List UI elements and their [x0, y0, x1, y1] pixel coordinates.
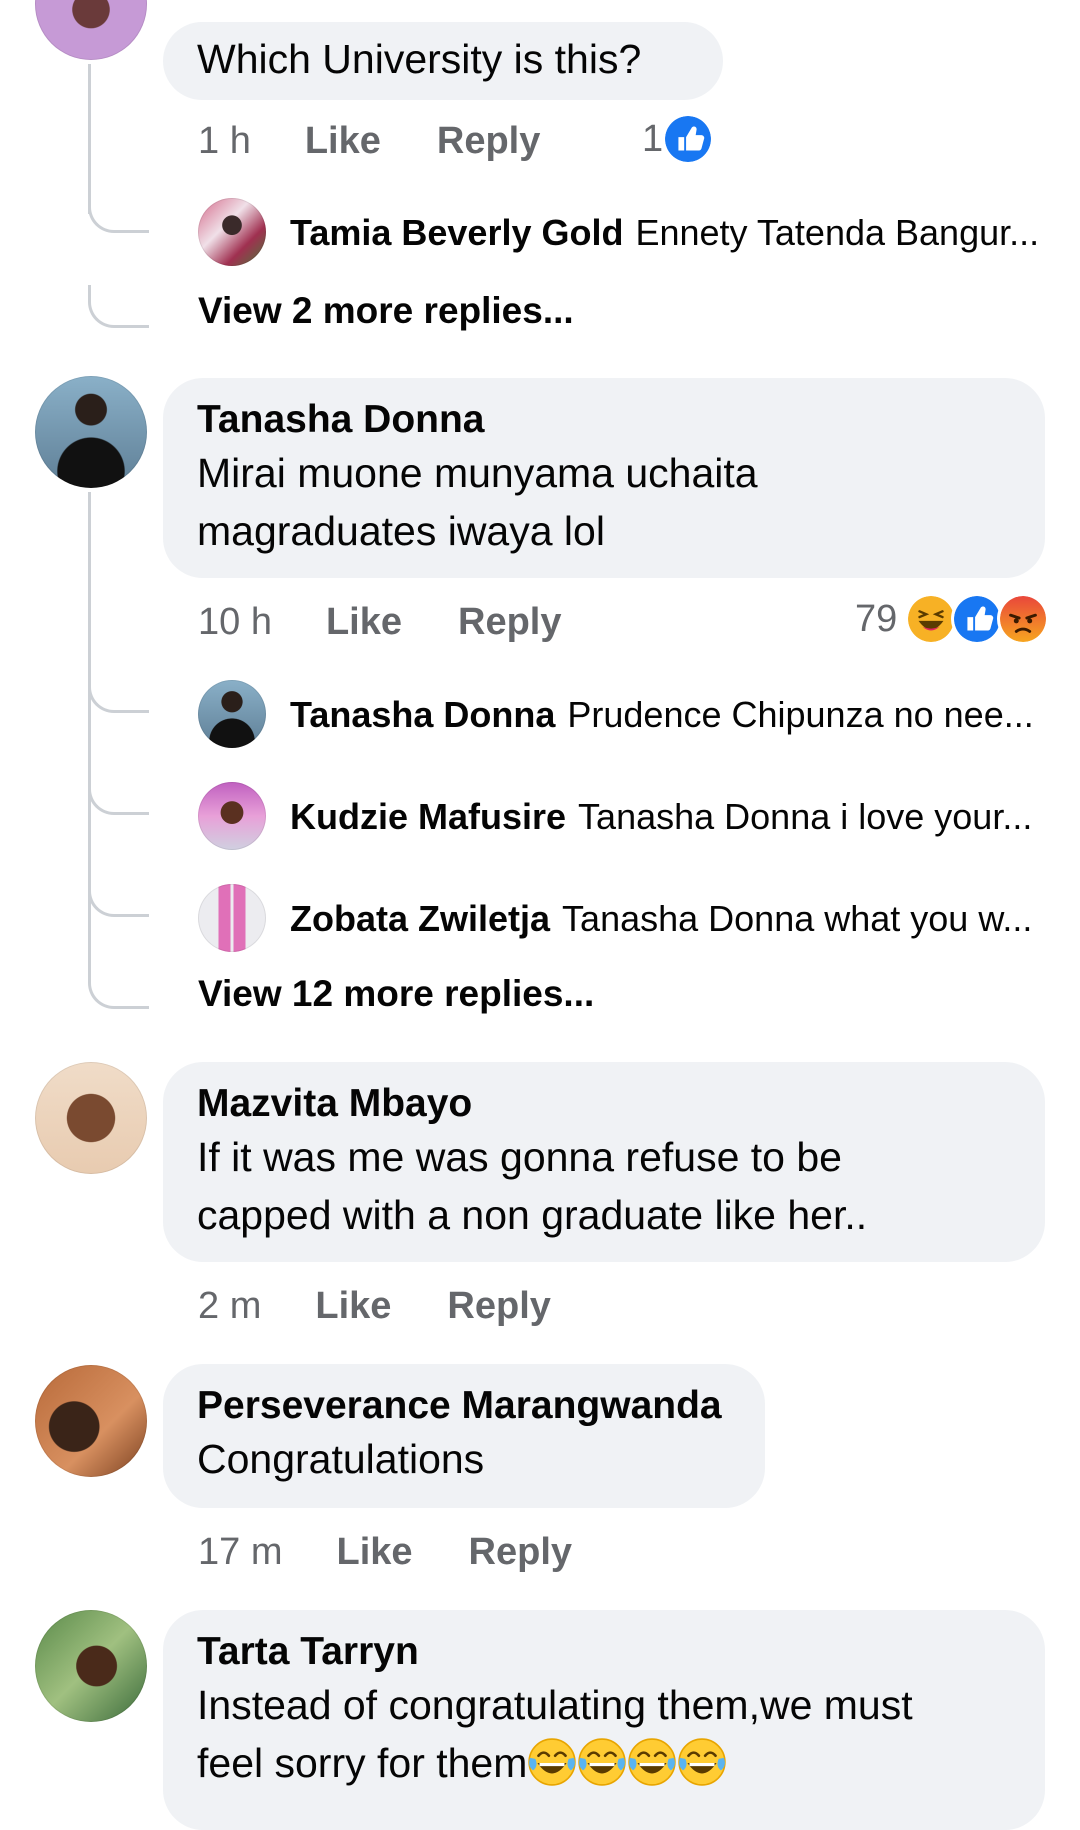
like-button[interactable]: Like — [305, 120, 381, 163]
reply-preview[interactable]: Tamia Beverly Gold Ennety Tatenda Bangur… — [198, 198, 1039, 268]
like-icon — [951, 593, 1004, 645]
reply-button[interactable]: Reply — [437, 120, 540, 163]
thread-branch — [88, 874, 149, 917]
reaction-count: 1 — [642, 117, 664, 160]
avatar[interactable] — [35, 1062, 147, 1174]
reply-preview[interactable]: Kudzie Mafusire Tanasha Donna i love you… — [198, 782, 1032, 852]
comment-text: Which University is this? — [197, 36, 642, 82]
joy-emoji — [527, 1737, 577, 1787]
comment-text: Instead of congratulating them,we must f… — [197, 1676, 1011, 1792]
comment-text: Congratulations — [197, 1436, 485, 1482]
reply-author[interactable]: Tamia Beverly Gold — [290, 212, 623, 254]
thread-branch — [88, 190, 149, 233]
joy-emoji — [677, 1737, 727, 1787]
reaction-summary[interactable]: 1 — [642, 114, 711, 164]
reply-text: Tanasha Donna what you w... — [562, 898, 1033, 939]
reply-button[interactable]: Reply — [458, 601, 561, 644]
comment-bubble: Perseverance Marangwanda Congratulations — [163, 1364, 765, 1508]
joy-emoji — [627, 1737, 677, 1787]
reaction-count: 79 — [855, 597, 898, 640]
thread-branch — [88, 285, 149, 328]
reply-author[interactable]: Zobata Zwiletja — [290, 898, 550, 940]
comment-bubble: Tanasha Donna Mirai muone munyama uchait… — [163, 378, 1045, 578]
comment-text: Mirai muone munyama uchaita magraduates … — [197, 450, 758, 554]
comment-meta: 1 h Like Reply — [198, 116, 596, 166]
comment-author[interactable]: Perseverance Marangwanda — [197, 1382, 731, 1430]
reply-preview[interactable]: Tanasha Donna Prudence Chipunza no nee..… — [198, 680, 1034, 750]
angry-icon — [997, 593, 1050, 645]
emoji-row — [527, 1740, 727, 1786]
reply-author[interactable]: Tanasha Donna — [290, 694, 555, 736]
view-more-replies[interactable]: View 2 more replies... — [198, 290, 574, 332]
avatar[interactable] — [35, 376, 147, 488]
comment-author[interactable]: Tarta Tarryn — [197, 1628, 1011, 1676]
thread-branch — [88, 772, 149, 815]
like-button[interactable]: Like — [326, 601, 402, 644]
like-button[interactable]: Like — [315, 1285, 391, 1328]
thread-branch — [88, 670, 149, 713]
comment-time[interactable]: 2 m — [198, 1285, 261, 1328]
reply-text: Prudence Chipunza no nee... — [567, 694, 1034, 735]
comment-bubble: Mazvita Mbayo If it was me was gonna ref… — [163, 1062, 1045, 1262]
reply-button[interactable]: Reply — [447, 1285, 550, 1328]
avatar[interactable] — [35, 0, 147, 60]
avatar[interactable] — [35, 1610, 147, 1722]
reply-preview[interactable]: Zobata Zwiletja Tanasha Donna what you w… — [198, 884, 1032, 954]
comment-meta: 2 m Like Reply — [198, 1281, 607, 1331]
view-more-replies[interactable]: View 12 more replies... — [198, 973, 594, 1015]
reply-author[interactable]: Kudzie Mafusire — [290, 796, 566, 838]
comment-meta: 10 h Like Reply — [198, 597, 618, 647]
reaction-summary[interactable]: 79 — [855, 593, 1050, 645]
joy-emoji — [577, 1737, 627, 1787]
comment-time[interactable]: 17 m — [198, 1531, 282, 1574]
comment-time[interactable]: 10 h — [198, 601, 272, 644]
reply-button[interactable]: Reply — [469, 1531, 572, 1574]
avatar[interactable] — [35, 1365, 147, 1477]
reply-text: Ennety Tatenda Bangur... — [635, 212, 1040, 253]
like-icon — [665, 116, 711, 162]
thread-branch — [88, 966, 149, 1009]
comment-time[interactable]: 1 h — [198, 120, 251, 163]
comment-author[interactable]: Mazvita Mbayo — [197, 1080, 1011, 1128]
comment-author[interactable]: Tanasha Donna — [197, 396, 1011, 444]
like-button[interactable]: Like — [336, 1531, 412, 1574]
comment-text: If it was me was gonna refuse to be capp… — [197, 1134, 868, 1238]
comment-bubble: Which University is this? — [163, 22, 723, 100]
comment-meta: 17 m Like Reply — [198, 1527, 628, 1577]
reply-text: Tanasha Donna i love your... — [578, 796, 1033, 837]
comment-bubble: Tarta Tarryn Instead of congratulating t… — [163, 1610, 1045, 1830]
haha-icon — [905, 593, 958, 645]
